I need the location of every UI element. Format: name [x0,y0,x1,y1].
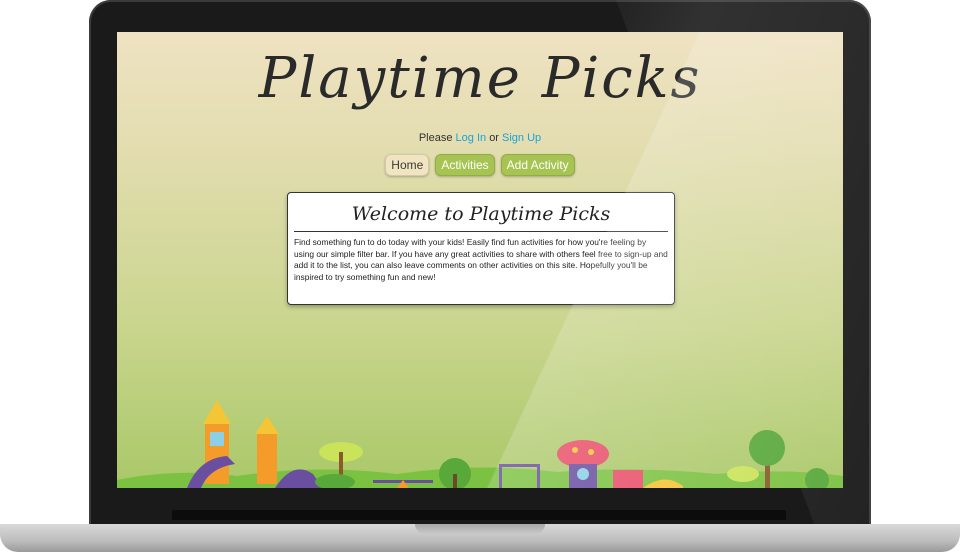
laptop-base-notch [415,524,545,534]
nav-activities-button[interactable]: Activities [435,154,495,176]
login-link[interactable]: Log In [456,132,487,144]
nav-add-activity-button[interactable]: Add Activity [500,154,575,176]
welcome-title: Welcome to Playtime Picks [351,203,611,225]
signup-link[interactable]: Sign Up [502,132,541,144]
site-title: Playtime Picks [258,46,702,111]
main-nav: Home Activities Add Activity [117,154,843,176]
welcome-card: Welcome to Playtime Picks Find something… [287,192,675,305]
screen-bottom-bezel [172,510,786,520]
auth-line: Please Log In or Sign Up [117,132,843,144]
auth-or: or [489,132,499,144]
nav-home-button[interactable]: Home [385,154,430,176]
auth-prefix: Please [418,132,453,144]
welcome-body: Find something fun to do today with your… [294,237,668,282]
browser-screen: Playtime Picks Please Log In or Sign Up … [117,32,843,488]
playground-illustration [117,400,843,488]
